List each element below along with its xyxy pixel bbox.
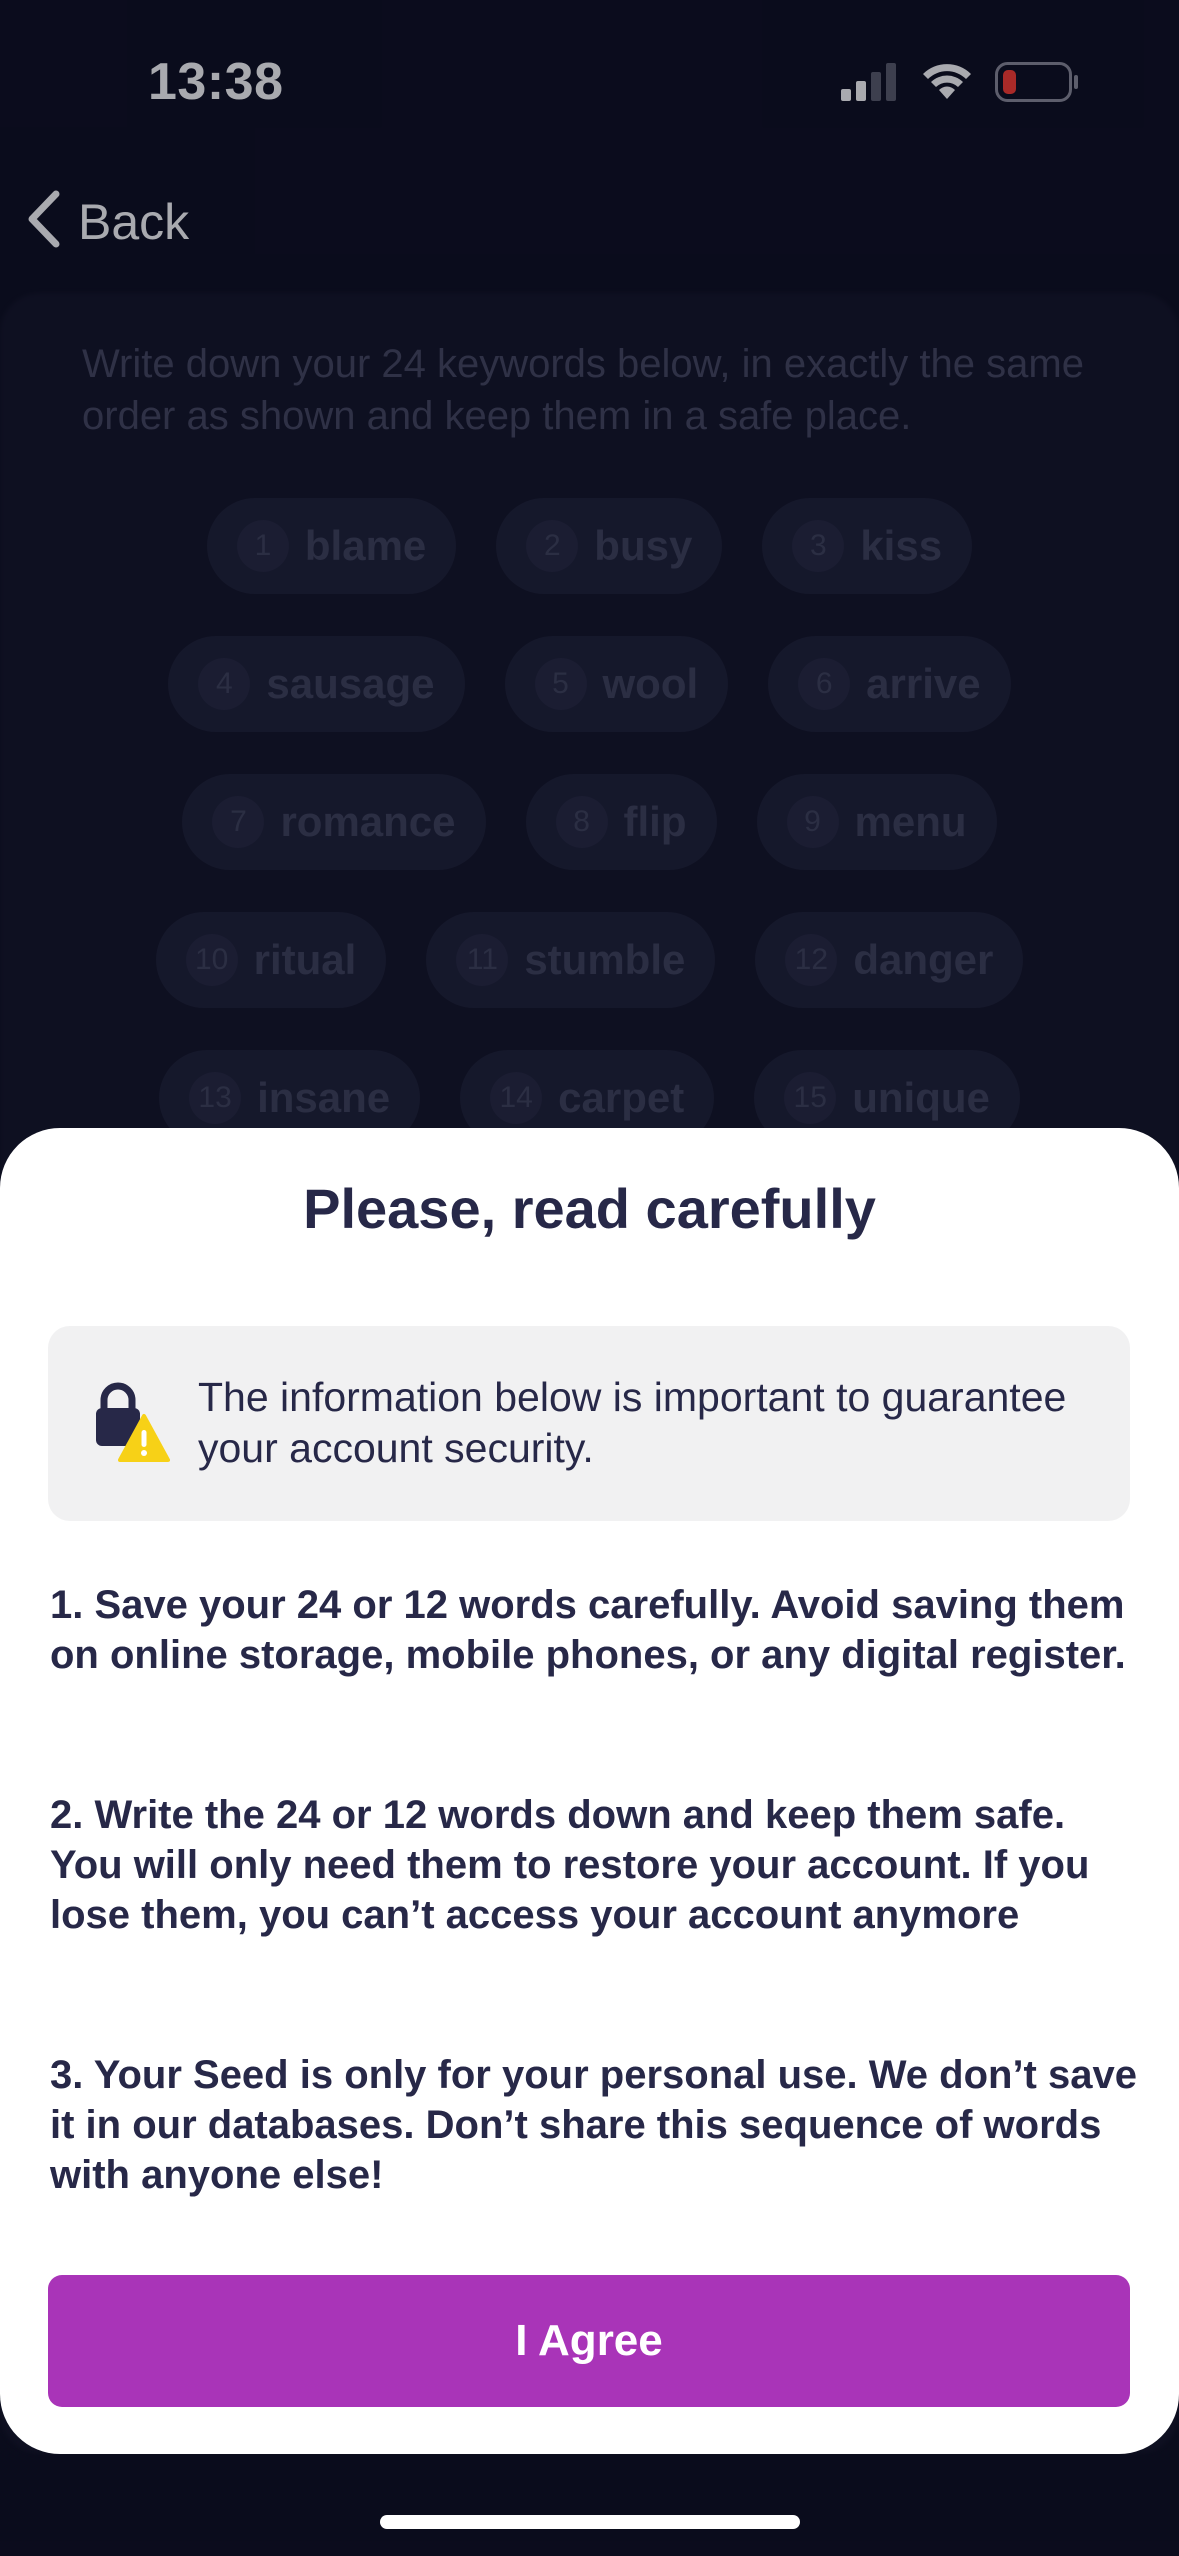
sheet-title: Please, read carefully — [303, 1177, 876, 1240]
security-notice: The information below is important to gu… — [48, 1326, 1130, 1521]
rule-item: 2. Write the 24 or 12 words down and kee… — [50, 1793, 1090, 1937]
agree-button[interactable]: I Agree — [48, 2275, 1130, 2407]
read-carefully-sheet: Please, read carefully The information b… — [0, 1128, 1179, 2454]
home-indicator[interactable] — [380, 2515, 800, 2529]
rule-item: 3. Your Seed is only for your personal u… — [50, 2053, 1137, 2197]
screen: 13:38 Back Write down your 24 keywords b… — [0, 0, 1179, 2556]
security-notice-text: The information below is important to gu… — [198, 1374, 1067, 1471]
rule-item: 1. Save your 24 or 12 words carefully. A… — [50, 1583, 1126, 1677]
lock-warning-icon — [94, 1382, 170, 1464]
